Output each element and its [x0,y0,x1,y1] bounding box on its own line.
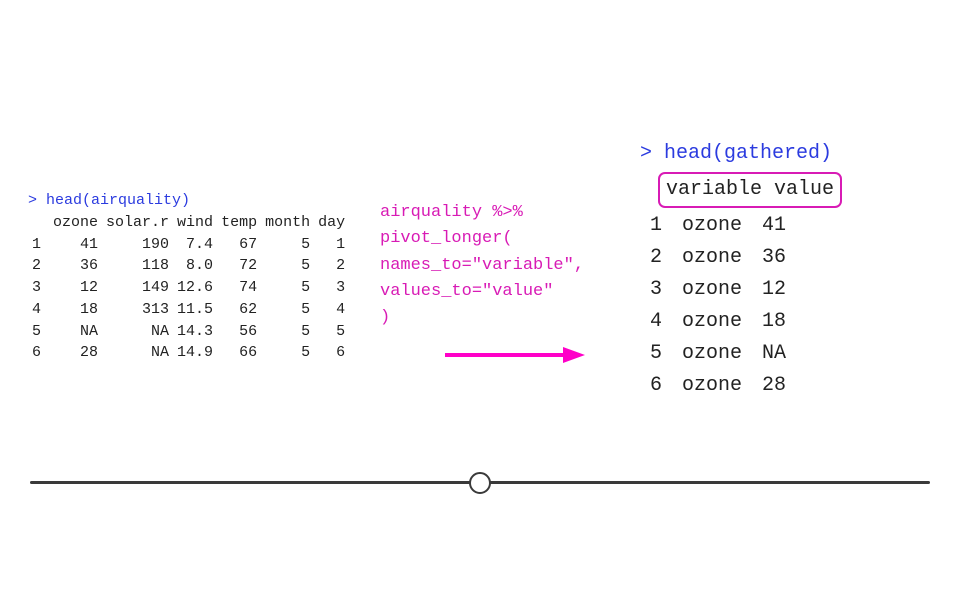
gathered-table: 1ozone41 2ozone36 3ozone12 4ozone18 5ozo… [640,210,796,402]
table-row: 31214912.67453 [28,277,349,299]
arrow-icon [445,345,585,365]
console-call: head(gathered) [664,142,832,165]
left-console-output: > head(airquality) ozone solar.r wind te… [28,190,349,364]
code-line: ) [380,305,584,331]
table-row: 6ozone28 [640,370,796,402]
console-prompt: > [28,192,37,209]
code-line: values_to="value" [380,279,584,305]
right-console-output: > head(gathered) variable value 1ozone41… [640,138,842,402]
table-row: 628NA14.96656 [28,342,349,364]
table-row: 1411907.46751 [28,234,349,256]
divider-circle-icon [469,472,491,494]
table-row: 5ozoneNA [640,338,796,370]
section-divider [30,472,930,492]
table-row: 2ozone36 [640,242,796,274]
code-line: pivot_longer( [380,226,584,252]
pivot-longer-code: airquality %>% pivot_longer( names_to="v… [380,200,584,332]
table-row: 41831311.56254 [28,299,349,321]
code-line: airquality %>% [380,200,584,226]
code-line: names_to="variable", [380,253,584,279]
slide-content: > head(airquality) ozone solar.r wind te… [0,0,960,600]
console-call: head(airquality) [46,192,190,209]
table-row: 2361188.07252 [28,255,349,277]
highlighted-column-headers: variable value [658,172,842,208]
table-row: 1ozone41 [640,210,796,242]
table-row: 5NANA14.35655 [28,321,349,343]
table-row: 4ozone18 [640,306,796,338]
airquality-table: ozone solar.r wind temp month day 141190… [28,212,349,364]
table-row: 3ozone12 [640,274,796,306]
console-prompt: > [640,142,652,165]
